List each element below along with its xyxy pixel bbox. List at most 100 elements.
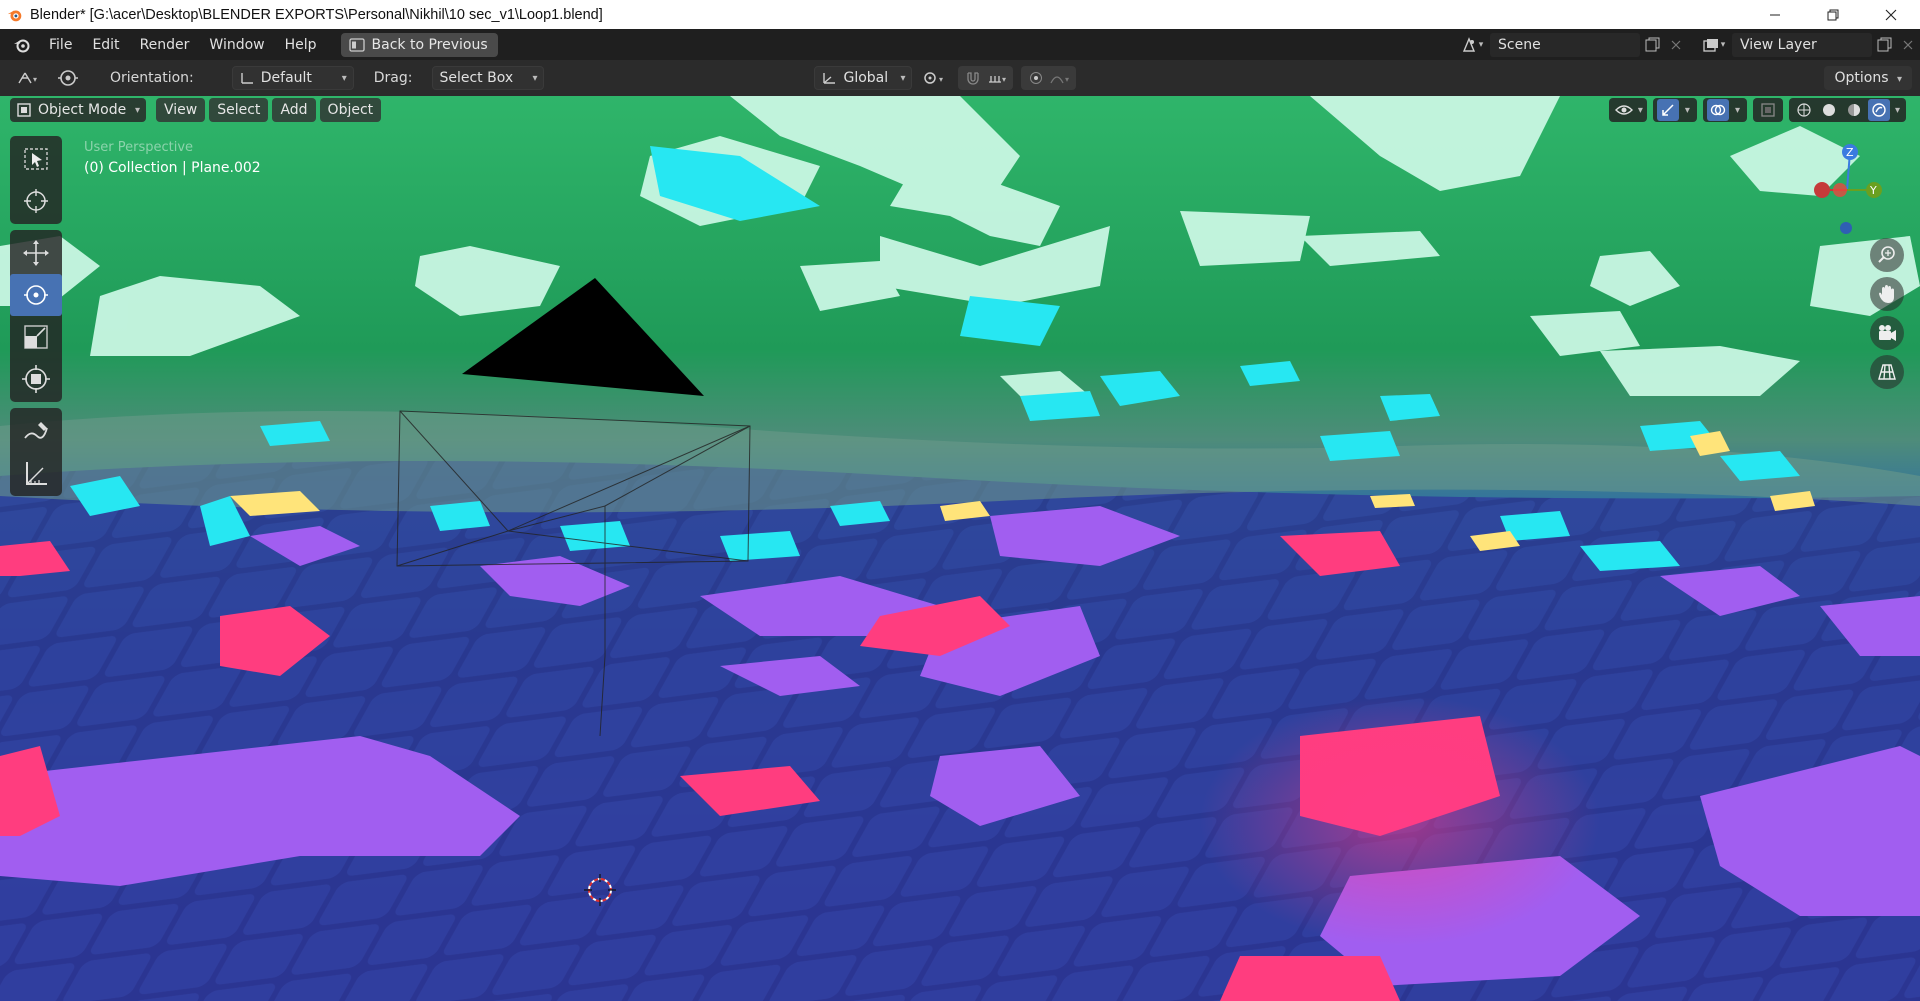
drag-dropdown[interactable]: Select Box ▾ [432,66,545,90]
delete-scene-button[interactable] [1664,33,1688,57]
scene-browse-button[interactable]: ▾ [1454,33,1490,57]
move-tool[interactable] [10,232,62,274]
neg-x-axis-handle[interactable] [1833,183,1847,197]
options-dropdown[interactable]: Options ▾ [1824,66,1912,90]
new-view-layer-button[interactable] [1872,33,1896,57]
minimize-icon [1770,14,1780,15]
falloff-dropdown[interactable]: ▾ [1050,67,1072,89]
rotate-tool[interactable] [10,274,62,316]
transform-orientation-dropdown[interactable]: Global ▾ [814,66,913,90]
svg-text:▾: ▾ [1065,75,1069,84]
menu-edit[interactable]: Edit [82,33,129,57]
chevron-down-icon: ▾ [1896,74,1902,85]
new-scene-button[interactable] [1640,33,1664,57]
orientation-dropdown[interactable]: Default ▾ [231,66,354,90]
overlays-icon [1710,104,1726,116]
ortho-toggle-button[interactable] [1870,355,1904,389]
wireframe-shading-button[interactable] [1793,99,1815,121]
selectability-visibility-button[interactable] [1613,99,1635,121]
editor-type-button[interactable]: ▾ [10,66,46,90]
proportional-edit-group: ▾ [1021,66,1077,90]
view-layer-browse-button[interactable]: ▾ [1696,33,1732,57]
falloff-curve-icon: ▾ [1050,75,1070,84]
object-mode-icon [17,103,31,117]
camera-view-button[interactable] [1870,316,1904,350]
minimize-button[interactable] [1746,0,1804,29]
scene-name-field[interactable]: Scene [1490,32,1640,57]
grid-ortho-icon [1878,364,1896,380]
menu-help[interactable]: Help [275,33,327,57]
drag-label: Drag: [373,70,413,86]
show-overlays-toggle[interactable] [1706,99,1729,121]
measure-icon [26,462,47,485]
close-icon [1885,9,1897,20]
annotate-icon [24,422,48,439]
select-tool-group [10,136,62,224]
navigation-gizmo[interactable]: Z Y [1802,140,1892,240]
select-box-tool[interactable] [10,138,62,180]
restore-button[interactable] [1804,0,1862,29]
object-mode-label: Object Mode [38,102,127,118]
solid-shading-button[interactable] [1818,99,1840,121]
move-icon [23,240,49,266]
measure-tool[interactable] [10,452,62,494]
cursor-tool[interactable] [10,180,62,222]
active-tool-button[interactable] [50,66,86,90]
rendered-shading-button[interactable] [1867,99,1890,121]
rendered-icon [1872,103,1886,117]
transform-tool[interactable] [10,358,62,400]
menu-window[interactable]: Window [199,33,274,57]
3d-viewport[interactable] [0,96,1920,1001]
viewport-menu-add[interactable]: Add [272,98,316,122]
eye-icon [1614,105,1633,115]
snap-target-dropdown[interactable]: ▾ [987,67,1009,89]
pan-button[interactable] [1870,277,1904,311]
menu-file[interactable]: File [39,33,82,57]
viewport-header: Object Mode ▾ View Select Add Object [10,98,382,122]
close-icon [1671,40,1681,49]
x-axis-handle[interactable] [1814,182,1830,198]
chevron-down-icon: ▾ [341,72,347,84]
rotate-icon [24,285,48,305]
view-layer-field[interactable]: View Layer [1732,32,1872,57]
perspective-label: User Perspective [84,140,194,155]
proportional-edit-icon [1030,72,1043,84]
xray-toggle[interactable] [1757,99,1779,121]
chevron-down-icon: ▾ [900,72,906,84]
chevron-down-icon: ▾ [1637,104,1643,116]
scale-tool[interactable] [10,316,62,358]
global-axes-icon [823,73,836,84]
viewport-header-right: ▾ ▾ ▾ ▾ [1608,98,1906,122]
delete-view-layer-button[interactable] [1896,33,1920,57]
drag-value: Select Box [439,70,514,86]
close-window-button[interactable] [1862,0,1920,29]
zoom-button[interactable] [1870,238,1904,272]
viewport-menu-object[interactable]: Object [319,98,382,122]
show-gizmo-toggle[interactable] [1656,99,1679,121]
snap-toggle[interactable] [962,67,984,89]
neg-z-axis-handle[interactable] [1840,222,1852,234]
object-mode-dropdown[interactable]: Object Mode ▾ [10,98,146,122]
proportional-edit-toggle[interactable] [1025,67,1047,89]
screen-back-icon [348,37,365,52]
navigation-buttons [1870,238,1906,394]
overlay-group: ▾ [1702,98,1747,122]
shading-group: ▾ [1788,98,1906,122]
pivot-point-button[interactable]: ▾ [918,66,954,90]
svg-text:▾: ▾ [1002,75,1006,84]
rendered-scene [0,96,1920,1001]
back-to-previous-button[interactable]: Back to Previous [340,32,498,57]
duplicate-icon [1877,37,1891,52]
menu-render[interactable]: Render [130,33,200,57]
cursor-icon [24,189,48,213]
viewport-menu-view[interactable]: View [156,98,206,122]
annotate-tool[interactable] [10,410,62,452]
viewport-menu-select[interactable]: Select [209,98,269,122]
orientation-label: Orientation: [110,70,194,86]
options-label: Options [1834,70,1889,86]
blender-menu-icon[interactable] [11,34,33,56]
chevron-down-icon: ▾ [1478,39,1484,50]
svg-text:▾: ▾ [939,75,943,84]
material-shading-button[interactable] [1843,99,1865,121]
magnet-icon [967,72,980,85]
